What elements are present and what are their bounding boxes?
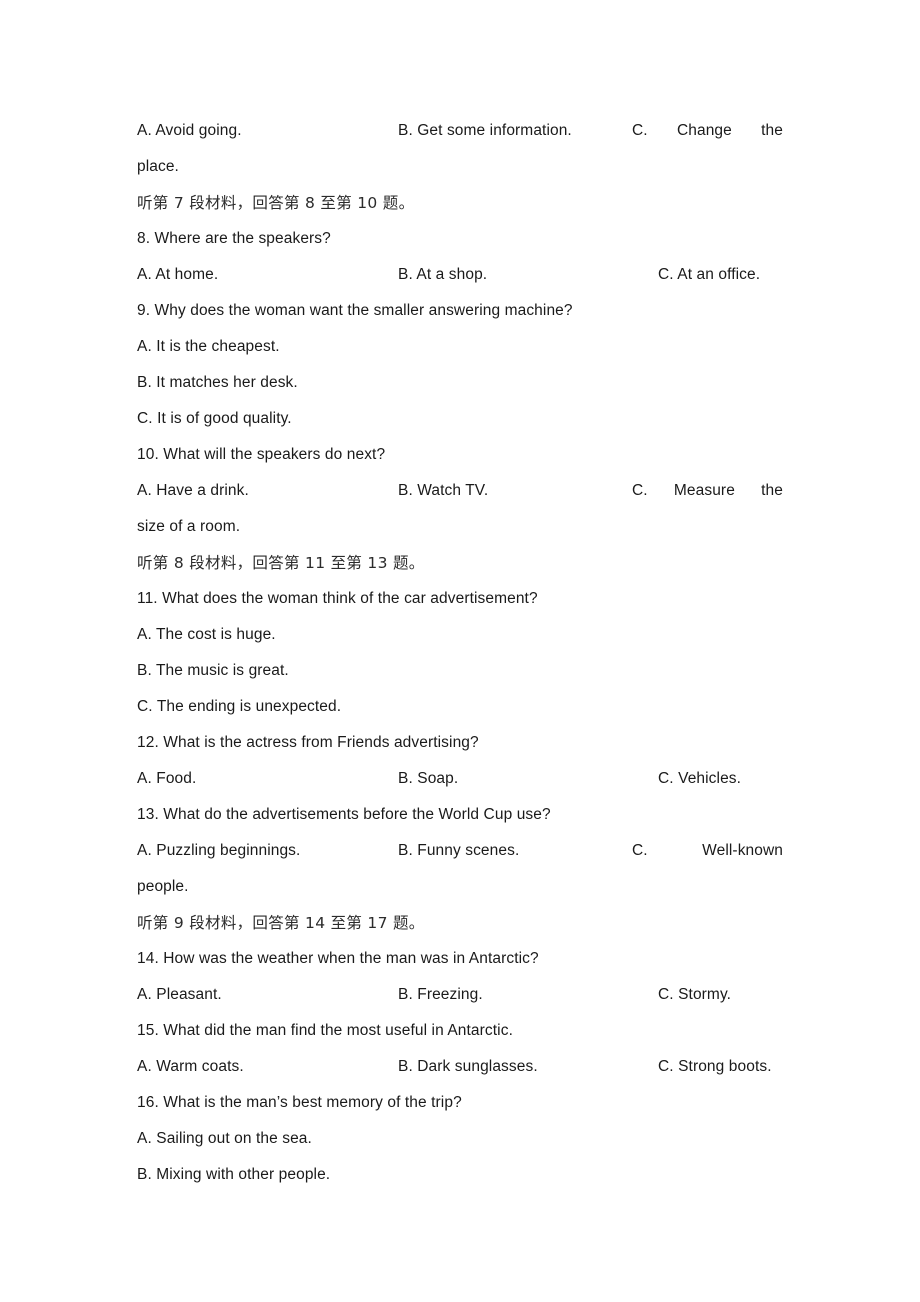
option-b: B. Watch TV. <box>398 482 489 499</box>
text-line: 9. Why does the woman want the smaller a… <box>137 293 783 329</box>
option-a: A. Warm coats. <box>137 1058 244 1075</box>
option-b: B. Get some information. <box>398 122 572 139</box>
text-line: size of a room. <box>137 509 783 545</box>
option-a: A. Food. <box>137 770 197 787</box>
option-c: C. Vehicles. <box>658 770 742 787</box>
text-line: A. The cost is huge. <box>137 617 783 653</box>
text-line: B. Mixing with other people. <box>137 1157 783 1193</box>
option-row: A. Avoid going. B. Get some information. C… <box>137 113 783 149</box>
option-c-word-2: the <box>761 122 783 139</box>
line-text: 9. Why does the woman want the smaller a… <box>137 302 573 319</box>
line-text: 14. How was the weather when the man was… <box>137 950 539 967</box>
section-instruction-text: 听第 8 段材料，回答第 11 至第 13 题。 <box>137 554 425 572</box>
line-text: 15. What did the man find the most usefu… <box>137 1022 513 1039</box>
text-line: C. The ending is unexpected. <box>137 689 783 725</box>
line-text: C. It is of good quality. <box>137 410 292 427</box>
option-a: A. Have a drink. <box>137 482 249 499</box>
section-instruction: 听第 9 段材料，回答第 14 至第 17 题。 <box>137 905 783 941</box>
line-text: 16. What is the man’s best memory of the… <box>137 1094 462 1111</box>
option-row: A. Pleasant. B. Freezing. C. Stormy. <box>137 977 783 1013</box>
text-line: B. It matches her desk. <box>137 365 783 401</box>
text-line: 15. What did the man find the most usefu… <box>137 1013 783 1049</box>
line-text: place. <box>137 158 179 175</box>
question-list: A. Avoid going. B. Get some information. C… <box>137 113 783 1193</box>
option-row: A. At home. B. At a shop. C. At an office. <box>137 257 783 293</box>
option-c: C. Change the <box>632 113 783 149</box>
line-text: B. Mixing with other people. <box>137 1166 331 1183</box>
option-a: A. Puzzling beginnings. <box>137 842 301 859</box>
option-b: B. Freezing. <box>398 986 483 1003</box>
section-instruction-text: 听第 9 段材料，回答第 14 至第 17 题。 <box>137 914 425 932</box>
line-text: 10. What will the speakers do next? <box>137 446 386 463</box>
option-c-label: C. <box>632 482 648 499</box>
option-c: C. Stormy. <box>658 986 732 1003</box>
option-b: B. At a shop. <box>398 266 488 283</box>
text-line: 10. What will the speakers do next? <box>137 437 783 473</box>
option-c: C. Strong boots. <box>658 1058 772 1075</box>
option-row: A. Puzzling beginnings. B. Funny scenes. C… <box>137 833 783 869</box>
option-c-word-1: Well-known <box>702 842 783 859</box>
line-text: B. The music is great. <box>137 662 289 679</box>
option-c-label: C. <box>632 122 648 139</box>
line-text: size of a room. <box>137 518 241 535</box>
text-line: people. <box>137 869 783 905</box>
text-line: 12. What is the actress from Friends adv… <box>137 725 783 761</box>
section-instruction: 听第 7 段材料，回答第 8 至第 10 题。 <box>137 185 783 221</box>
line-text: A. It is the cheapest. <box>137 338 280 355</box>
text-line: 13. What do the advertisements before th… <box>137 797 783 833</box>
text-line: 8. Where are the speakers? <box>137 221 783 257</box>
option-c: C. Well-known <box>632 833 783 869</box>
option-c-word-2: the <box>761 482 783 499</box>
option-a: A. Avoid going. <box>137 122 242 139</box>
line-text: people. <box>137 878 189 895</box>
line-text: 13. What do the advertisements before th… <box>137 806 551 823</box>
text-line: A. Sailing out on the sea. <box>137 1121 783 1157</box>
line-text: C. The ending is unexpected. <box>137 698 342 715</box>
text-line: 16. What is the man’s best memory of the… <box>137 1085 783 1121</box>
line-text: 11. What does the woman think of the car… <box>137 590 538 607</box>
option-c-word-1: Measure <box>673 482 735 499</box>
option-c-label: C. <box>632 842 648 859</box>
option-b: B. Dark sunglasses. <box>398 1058 538 1075</box>
line-text: A. The cost is huge. <box>137 626 276 643</box>
text-line: A. It is the cheapest. <box>137 329 783 365</box>
line-text: 12. What is the actress from Friends adv… <box>137 734 479 751</box>
option-c: C. At an office. <box>658 266 761 283</box>
option-a: A. Pleasant. <box>137 986 222 1003</box>
option-c: C. Measure the <box>632 473 783 509</box>
section-instruction-text: 听第 7 段材料，回答第 8 至第 10 题。 <box>137 194 415 212</box>
text-line: C. It is of good quality. <box>137 401 783 437</box>
option-row: A. Food. B. Soap. C. Vehicles. <box>137 761 783 797</box>
text-line: place. <box>137 149 783 185</box>
option-b: B. Soap. <box>398 770 459 787</box>
section-instruction: 听第 8 段材料，回答第 11 至第 13 题。 <box>137 545 783 581</box>
line-text: A. Sailing out on the sea. <box>137 1130 312 1147</box>
option-row: A. Warm coats. B. Dark sunglasses. C. Stro… <box>137 1049 783 1085</box>
option-a: A. At home. <box>137 266 219 283</box>
text-line: 14. How was the weather when the man was… <box>137 941 783 977</box>
option-b: B. Funny scenes. <box>398 842 520 859</box>
line-text: 8. Where are the speakers? <box>137 230 331 247</box>
document-page: A. Avoid going. B. Get some information. C… <box>0 0 920 1302</box>
text-line: B. The music is great. <box>137 653 783 689</box>
option-c-word-1: Change <box>676 122 732 139</box>
option-row: A. Have a drink. B. Watch TV. C. Measure the <box>137 473 783 509</box>
line-text: B. It matches her desk. <box>137 374 298 391</box>
text-line: 11. What does the woman think of the car… <box>137 581 783 617</box>
